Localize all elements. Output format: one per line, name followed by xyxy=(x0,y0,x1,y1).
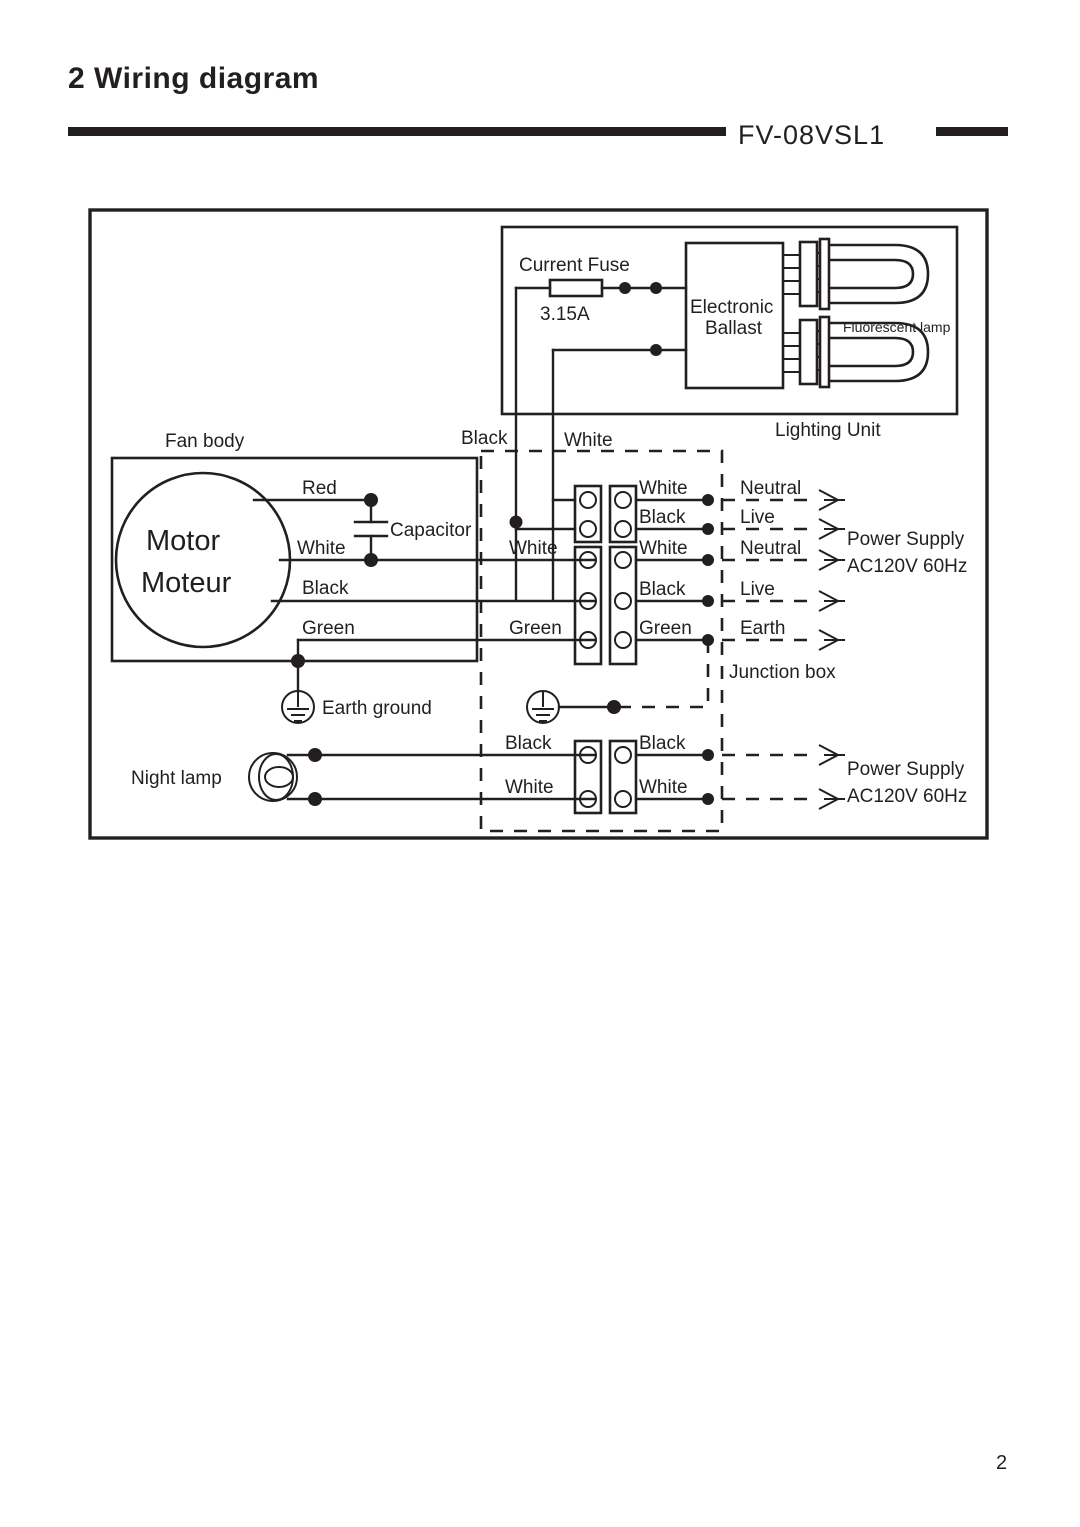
terminal-out-label-white: White xyxy=(639,538,688,559)
lighting-feed-label-black: Black xyxy=(461,428,508,449)
terminal-out-label-green: Green xyxy=(639,618,692,639)
power-supply-label-line1: Power Supply xyxy=(847,529,965,550)
page-number: 2 xyxy=(996,1452,1008,1474)
power-supply-label-line2: AC120V 60Hz xyxy=(847,556,967,577)
junction-dot xyxy=(364,553,378,567)
terminal-out-label-black: Black xyxy=(639,579,686,600)
current-fuse-label: Current Fuse xyxy=(519,255,630,276)
junction-dot xyxy=(509,515,523,529)
motor-label-line2: Moteur xyxy=(141,567,232,599)
page-root: 2 Wiring diagram FV-08VSL1 Current Fuse … xyxy=(0,0,1080,1527)
supply-label-live-fan: Live xyxy=(740,579,775,600)
motor-wire-label-white: White xyxy=(297,538,346,559)
wire-terminal-dot xyxy=(702,793,714,805)
header-rule-right xyxy=(936,127,1008,136)
terminal-out-label-white: White xyxy=(639,478,688,499)
lighting-feed-label-white: White xyxy=(564,430,613,451)
fan-body-label: Fan body xyxy=(165,431,245,452)
wire-terminal-dot xyxy=(702,494,714,506)
supply-label-live-lighting: Live xyxy=(740,507,775,528)
night-lamp-wire-label-black: Black xyxy=(505,733,552,754)
motor-wire-label-green: Green xyxy=(302,618,355,639)
night-lamp-out-label-white: White xyxy=(639,777,688,798)
junction-dot xyxy=(650,344,662,356)
header-rule-left xyxy=(68,127,726,136)
power-supply2-label-line2: AC120V 60Hz xyxy=(847,786,967,807)
wire-terminal-dot xyxy=(702,554,714,566)
junction-green-label: Green xyxy=(509,618,562,639)
model-number: FV-08VSL1 xyxy=(738,120,886,150)
junction-dot xyxy=(308,748,322,762)
terminal-out-label-black: Black xyxy=(639,507,686,528)
supply-label-earth-fan: Earth xyxy=(740,618,785,639)
capacitor-label: Capacitor xyxy=(390,520,472,541)
motor-label-line1: Motor xyxy=(146,525,220,557)
junction-dot xyxy=(308,792,322,806)
night-lamp-label: Night lamp xyxy=(131,768,222,789)
power-supply2-label-line1: Power Supply xyxy=(847,759,965,780)
page-title: 2 Wiring diagram xyxy=(68,62,320,95)
junction-dot xyxy=(619,282,631,294)
earth-ground-label: Earth ground xyxy=(322,698,432,719)
wiring-diagram: Current Fuse 3.15A Electronic Ballast Fl… xyxy=(88,208,989,840)
ballast-label-line1: Electronic xyxy=(690,297,773,318)
ballast-label-line2: Ballast xyxy=(705,318,763,339)
night-lamp-wire-label-white: White xyxy=(505,777,554,798)
night-lamp-out-label-black: Black xyxy=(639,733,686,754)
junction-dot xyxy=(650,282,662,294)
lighting-unit-label: Lighting Unit xyxy=(775,420,881,441)
junction-box-label: Junction box xyxy=(729,662,836,683)
wire-terminal-dot xyxy=(702,749,714,761)
wire-terminal-dot xyxy=(702,523,714,535)
fuse-rating-label: 3.15A xyxy=(540,304,590,325)
wire-terminal-dot xyxy=(702,595,714,607)
fluorescent-lamp-label: Fluorescent lamp xyxy=(843,319,951,335)
motor-wire-label-black: Black xyxy=(302,578,349,599)
supply-label-neutral-fan: Neutral xyxy=(740,538,801,559)
junction-white-label: White xyxy=(509,538,558,559)
motor-wire-label-red: Red xyxy=(302,478,337,499)
supply-label-neutral-lighting: Neutral xyxy=(740,478,801,499)
